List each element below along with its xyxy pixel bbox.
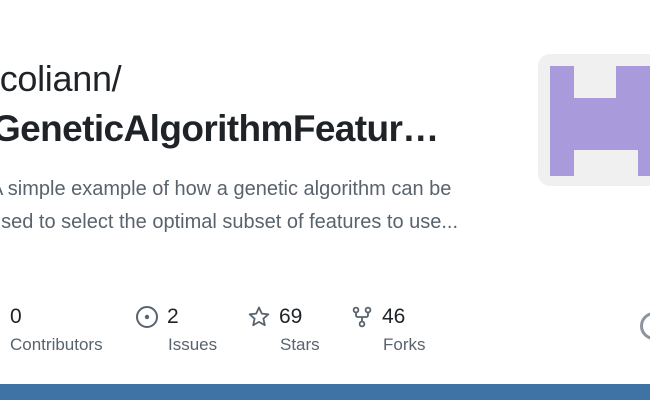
stat-issues-label: Issues bbox=[168, 335, 218, 354]
stat-forks-label: Forks bbox=[383, 335, 426, 354]
identicon-pixel bbox=[550, 98, 650, 150]
stat-issues-value: 2 bbox=[167, 305, 179, 328]
stat-forks-value: 46 bbox=[382, 305, 406, 328]
fork-icon bbox=[350, 305, 374, 329]
identicon-pixel bbox=[550, 66, 574, 98]
repo-description: A simple example of how a genetic algori… bbox=[0, 178, 459, 233]
issue-icon bbox=[135, 305, 159, 329]
stat-stars-label: Stars bbox=[280, 335, 320, 354]
github-mark-icon bbox=[640, 312, 650, 340]
identicon-pixel bbox=[550, 150, 574, 176]
identicon-pixel bbox=[638, 150, 650, 176]
owner-avatar-identicon[interactable] bbox=[538, 54, 650, 186]
star-icon bbox=[247, 305, 271, 329]
stat-contributors[interactable]: 0 Contributors bbox=[10, 302, 103, 355]
stat-stars-value: 69 bbox=[279, 305, 303, 328]
stat-contributors-label: Contributors bbox=[10, 335, 103, 354]
stat-issues[interactable]: 2 Issues bbox=[135, 302, 217, 355]
repo-owner[interactable]: rcoliann/ bbox=[0, 58, 122, 100]
stat-stars[interactable]: 69 Stars bbox=[247, 302, 320, 355]
repo-name[interactable]: GeneticAlgorithmFeatur… bbox=[0, 108, 439, 150]
stat-forks[interactable]: 46 Forks bbox=[350, 302, 426, 355]
identicon-pixel bbox=[616, 66, 650, 98]
stat-contributors-value: 0 bbox=[10, 305, 22, 328]
bottom-language-bar bbox=[0, 384, 650, 400]
